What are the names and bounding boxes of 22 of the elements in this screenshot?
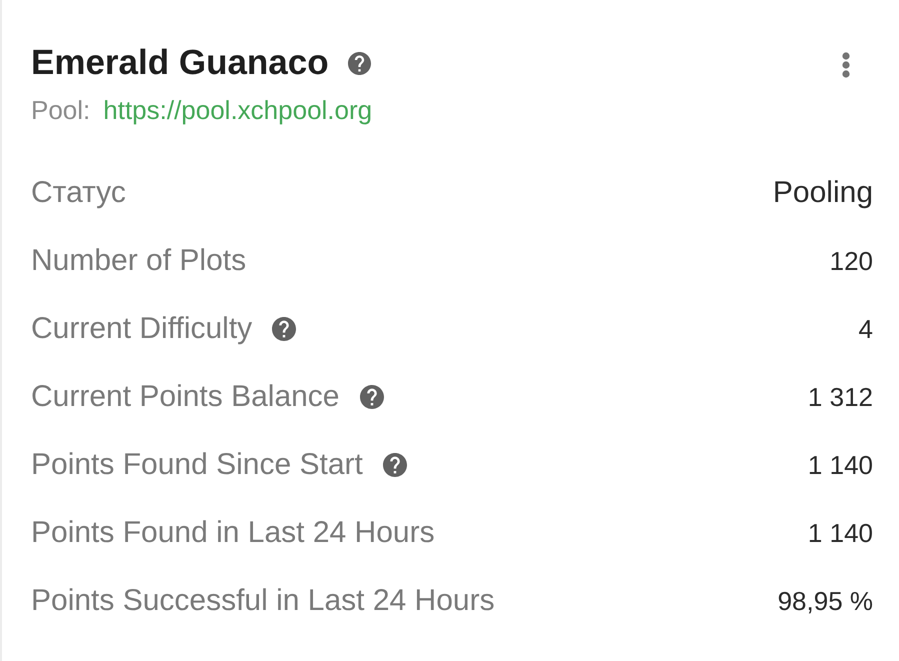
row-label: Current Points Balance xyxy=(31,380,340,414)
row-label: Points Found in Last 24 Hours xyxy=(31,516,435,550)
pool-link[interactable]: https://pool.xchpool.org xyxy=(103,95,372,125)
help-icon[interactable] xyxy=(382,453,407,477)
row-label: Points Successful in Last 24 Hours xyxy=(31,584,495,618)
row-label: Current Difficulty xyxy=(31,312,252,346)
row-value: 1 140 xyxy=(808,450,873,480)
row-value: 1 312 xyxy=(808,382,873,412)
pool-label: Pool: xyxy=(31,95,90,125)
row-label: Points Found Since Start xyxy=(31,448,363,482)
row-value: 120 xyxy=(830,246,873,276)
row-value: 98,95 % xyxy=(778,586,873,616)
help-icon[interactable] xyxy=(272,317,296,341)
help-icon[interactable] xyxy=(360,385,384,409)
row-label: Number of Plots xyxy=(31,244,246,278)
status-value: Pooling xyxy=(772,176,873,210)
row-label: Статус xyxy=(31,176,126,210)
vertical-dots-icon xyxy=(842,52,850,78)
row-value: 1 140 xyxy=(808,518,873,548)
help-icon[interactable] xyxy=(348,52,371,74)
card-title: Emerald Guanaco xyxy=(31,43,329,83)
row-value: 4 xyxy=(858,314,873,344)
